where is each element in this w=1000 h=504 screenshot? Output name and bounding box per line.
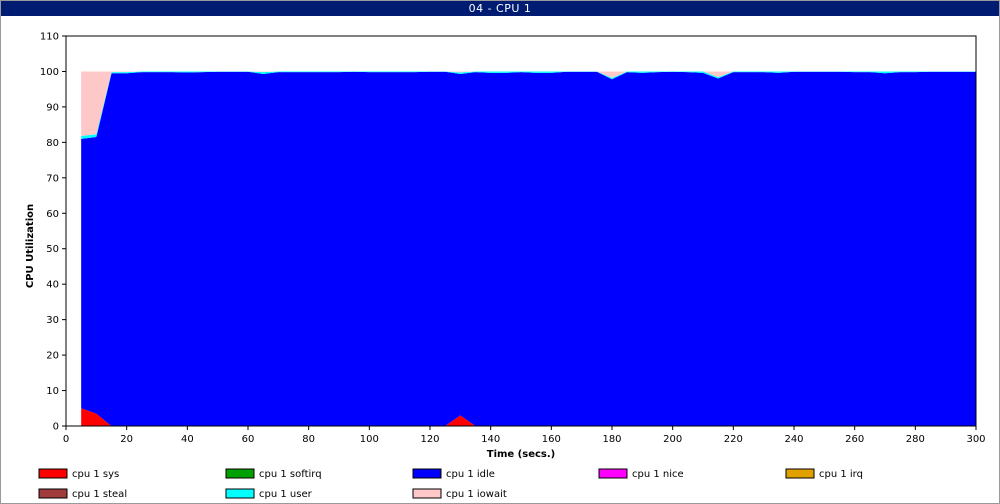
y-tick-label: 50 [46, 244, 59, 255]
chart-canvas: 0 10 20 30 40 50 60 70 80 90 100 110 0 20 40 60 80 100 12… [25, 32, 986, 501]
legend-swatch-cpu-1-user [225, 488, 255, 499]
x-tick-label: 40 [181, 434, 194, 445]
y-tick-label: 10 [46, 386, 59, 397]
y-tick-label: 0 [53, 422, 59, 433]
y-axis-title: CPU Utilization [25, 204, 36, 288]
x-tick-label: 20 [120, 434, 133, 445]
x-tick-label: 140 [481, 434, 500, 445]
window-title: 04 - CPU 1 [1, 1, 999, 16]
x-tick-label: 120 [420, 434, 439, 445]
legend-label-cpu-1-user: cpu 1 user [259, 489, 313, 500]
legend-label-cpu-1-steal: cpu 1 steal [72, 489, 127, 500]
y-tick-label: 40 [46, 280, 59, 291]
x-tick-label: 100 [360, 434, 379, 445]
x-tick-label: 60 [242, 434, 255, 445]
y-tick-label: 90 [46, 102, 59, 113]
y-tick-label: 60 [46, 209, 59, 220]
x-tick-label: 160 [542, 434, 561, 445]
legend-label-cpu-1-sys: cpu 1 sys [72, 469, 119, 480]
x-tick-label: 260 [845, 434, 864, 445]
chart-window: 04 - CPU 1 0 10 20 30 40 50 60 70 80 90 100 110 0 20… [0, 0, 1000, 504]
legend-swatch-cpu-1-iowait [412, 488, 442, 499]
x-tick-label: 200 [663, 434, 682, 445]
y-tick-label: 80 [46, 138, 59, 149]
legend-swatch-cpu-1-nice [598, 468, 628, 479]
y-tick-label: 110 [40, 32, 59, 43]
y-tick-label: 20 [46, 351, 59, 362]
x-tick-label: 80 [302, 434, 315, 445]
legend: cpu 1 sys cpu 1 softirq cpu 1 idle cpu 1 ni… [38, 468, 863, 500]
legend-label-cpu-1-idle: cpu 1 idle [446, 469, 495, 480]
legend-swatch-cpu-1-sys [38, 468, 68, 479]
legend-label-cpu-1-nice: cpu 1 nice [632, 469, 684, 480]
x-tick-label: 300 [966, 434, 985, 445]
legend-swatch-cpu-1-irq [785, 468, 815, 479]
x-tick-label: 240 [784, 434, 803, 445]
x-tick-label: 0 [63, 434, 69, 445]
x-tick-label: 280 [906, 434, 925, 445]
y-tick-label: 70 [46, 173, 59, 184]
plot-area [65, 35, 977, 427]
area-cpu-1-idle [81, 71, 977, 426]
legend-label-cpu-1-softirq: cpu 1 softirq [259, 469, 322, 480]
legend-label-cpu-1-iowait: cpu 1 iowait [446, 489, 507, 500]
legend-label-cpu-1-irq: cpu 1 irq [819, 469, 863, 480]
legend-swatch-cpu-1-softirq [225, 468, 255, 479]
y-tick-label: 30 [46, 315, 59, 326]
y-axis: 0 10 20 30 40 50 60 70 80 90 100 110 [40, 32, 66, 433]
x-axis: 0 20 40 60 80 100 120 140 160 180 200 220 240 260 280 3… [63, 426, 986, 445]
y-tick-label: 100 [40, 67, 59, 78]
x-axis-title: Time (secs.) [487, 449, 556, 460]
legend-swatch-cpu-1-idle [412, 468, 442, 479]
x-tick-label: 220 [724, 434, 743, 445]
legend-swatch-cpu-1-steal [38, 488, 68, 499]
x-tick-label: 180 [602, 434, 621, 445]
